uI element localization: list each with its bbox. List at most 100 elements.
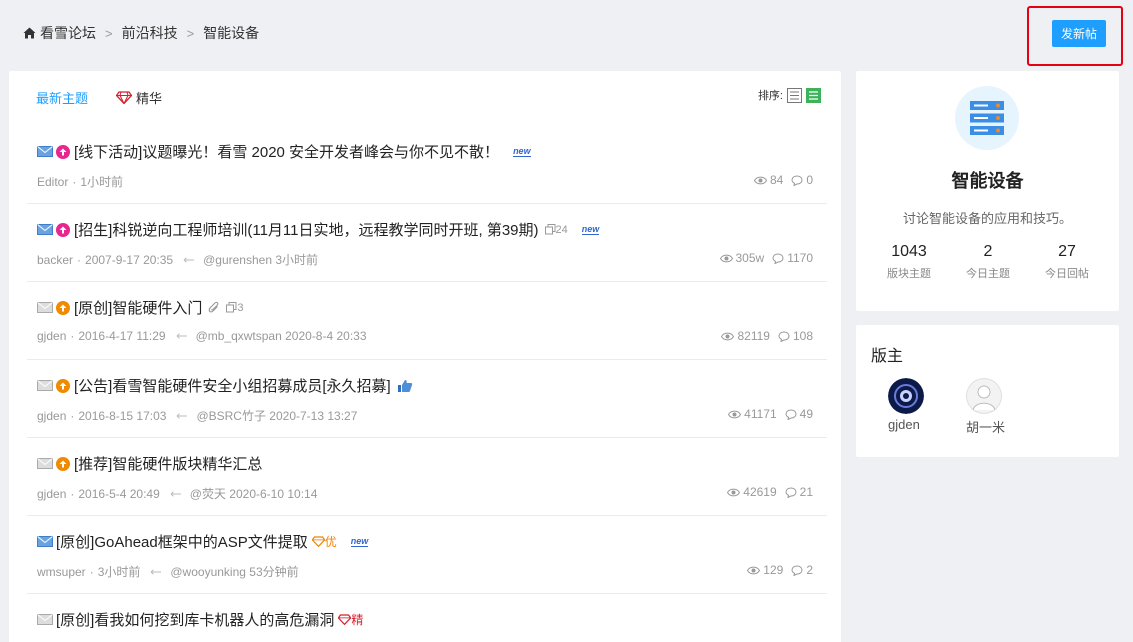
sort-by-post-icon[interactable] (787, 87, 802, 103)
last-reply-arrow-icon (151, 568, 162, 575)
top-arrow-icon (56, 456, 70, 471)
home-icon[interactable] (23, 27, 36, 39)
pages-count[interactable]: 24 (556, 224, 568, 236)
quality-tag: 优 (311, 533, 337, 550)
breadcrumb-home[interactable]: 看雪论坛 (40, 23, 96, 43)
moderator-list: gjden 胡一米 (888, 378, 1044, 436)
avatar[interactable] (888, 378, 924, 414)
thread-title-row: [推荐] 智能硬件版块精华汇总 (37, 453, 262, 474)
thread-stats: 305w 1170 (712, 251, 813, 265)
views-icon (727, 488, 741, 496)
last-reply-text[interactable]: @荧天 2020-6-10 10:14 (190, 485, 318, 502)
thread-tabs: 最新主题 精华 (36, 88, 162, 107)
tab-essence[interactable]: 精华 (116, 88, 162, 107)
thread-pages[interactable]: 3 (226, 302, 243, 314)
thread-author[interactable]: gjden (37, 409, 66, 423)
views-count: 42619 (743, 485, 777, 499)
views-stat: 84 (753, 173, 784, 187)
moderator-name[interactable]: gjden (888, 417, 920, 432)
envelope-icon (37, 146, 53, 157)
envelope-icon (37, 458, 53, 469)
thread-title[interactable]: GoAhead框架中的ASP文件提取 (94, 531, 307, 552)
views-count: 84 (769, 173, 784, 187)
thread-stats: 84 0 (746, 173, 813, 187)
thread-author[interactable]: gjden (37, 487, 66, 501)
moderator-name[interactable]: 胡一米 (966, 417, 1005, 436)
thread-date: 2016-4-17 11:29 (78, 329, 166, 343)
meta-dot: · (77, 252, 82, 267)
forum-stats: 1043 版块主题 2 今日主题 27 今日回帖 (870, 243, 1106, 281)
last-reply-arrow-icon (170, 490, 181, 497)
moderator-item[interactable]: 胡一米 (966, 378, 1044, 436)
forum-name: 智能设备 (951, 171, 1024, 191)
last-reply-text[interactable]: @BSRC竹子 2020-7-13 13:27 (196, 407, 357, 424)
sort-by-reply-icon[interactable] (806, 87, 821, 103)
stat-label: 今日主题 (966, 268, 1010, 280)
replies-count: 49 (799, 407, 813, 421)
last-reply-arrow-icon (183, 256, 195, 263)
thread-row[interactable]: [原创] 看我如何挖到库卡机器人的高危漏洞 精 (27, 594, 827, 642)
thread-author[interactable]: gjden (37, 329, 66, 343)
last-reply-text[interactable]: @gurenshen 3小时前 (203, 251, 318, 268)
moderator-item[interactable]: gjden (888, 378, 966, 436)
thread-pages[interactable]: 24 (544, 224, 568, 236)
thread-row[interactable]: [原创] 智能硬件入门 3 gjden · 2016-4-17 11:29 @mb_q… (27, 282, 827, 360)
thread-title[interactable]: 议题曝光！看雪 2020 安全开发者峰会与你不见不散！ (142, 141, 499, 162)
replies-icon (778, 330, 790, 342)
last-reply-text[interactable]: @wooyunking 53分钟前 (170, 563, 298, 580)
thread-title[interactable]: 科锐逆向工程师培训(11月11日实地，远程教学同时开班, 第39期) (112, 219, 538, 240)
thread-meta: Editor · 1小时前 (37, 173, 123, 190)
replies-icon (772, 252, 784, 264)
views-stat: 42619 (727, 485, 777, 499)
last-reply: @wooyunking 53分钟前 (150, 563, 299, 580)
thread-prefix[interactable]: [招生] (74, 219, 112, 240)
thread-prefix[interactable]: [公告] (74, 375, 112, 396)
tab-essence-label: 精华 (136, 91, 163, 106)
thread-row[interactable]: [招生] 科锐逆向工程师培训(11月11日实地，远程教学同时开班, 第39期) 24… (27, 204, 827, 282)
thread-author[interactable]: wmsuper (37, 565, 86, 579)
thread-title[interactable]: 智能硬件入门 (112, 297, 202, 318)
thread-stats: 129 2 (739, 563, 813, 577)
thread-title[interactable]: 智能硬件版块精华汇总 (112, 453, 262, 474)
replies-stat: 21 (785, 485, 813, 499)
thread-prefix[interactable]: [原创] (56, 531, 94, 552)
thread-title[interactable]: 看雪智能硬件安全小组招募成员[永久招募] (112, 375, 390, 396)
stat-today-topics: 2 今日主题 (949, 243, 1027, 281)
breadcrumb-section[interactable]: 前沿科技 (122, 23, 178, 43)
thread-title-row: [原创] 智能硬件入门 3 (37, 297, 243, 318)
thread-title-row: [原创] 看我如何挖到库卡机器人的高危漏洞 精 (37, 609, 363, 630)
thread-stats: 82119 108 (713, 329, 813, 343)
views-stat: 82119 (721, 329, 770, 343)
tab-latest[interactable]: 最新主题 (36, 88, 88, 107)
top-arrow-icon (56, 300, 70, 315)
pages-count[interactable]: 3 (237, 302, 243, 314)
envelope-icon (37, 536, 53, 547)
thread-row[interactable]: [原创] GoAhead框架中的ASP文件提取 优 new wmsuper · 3小时… (27, 516, 827, 594)
last-reply: @荧天 2020-6-10 10:14 (170, 485, 318, 502)
breadcrumb-forum[interactable]: 智能设备 (203, 23, 259, 43)
avatar[interactable] (966, 378, 1002, 414)
thread-author[interactable]: backer (37, 253, 73, 267)
forum-description: 讨论智能设备的应用和技巧。 (902, 211, 1072, 226)
thread-prefix[interactable]: [原创] (74, 297, 112, 318)
thread-row[interactable]: [推荐] 智能硬件版块精华汇总 gjden · 2016-5-4 20:49 @荧天… (27, 438, 827, 516)
replies-stat: 49 (785, 407, 813, 421)
envelope-icon (37, 614, 53, 625)
thread-title[interactable]: 看我如何挖到库卡机器人的高危漏洞 (94, 609, 334, 630)
thread-title-row: [线下活动] 议题曝光！看雪 2020 安全开发者峰会与你不见不散！ new (37, 141, 531, 162)
last-reply-text[interactable]: @mb_qxwtspan 2020-8-4 20:33 (196, 329, 367, 343)
sort-control: 排序: (758, 87, 821, 103)
meta-dot: · (70, 408, 75, 423)
thread-row[interactable]: [公告] 看雪智能硬件安全小组招募成员[永久招募] gjden · 2016-8-… (27, 360, 827, 438)
thread-author[interactable]: Editor (37, 175, 68, 189)
new-post-button[interactable]: 发新帖 (1052, 20, 1106, 47)
replies-count: 108 (792, 329, 813, 343)
thread-row[interactable]: [线下活动] 议题曝光！看雪 2020 安全开发者峰会与你不见不散！ new Edi… (27, 126, 827, 204)
views-count: 82119 (737, 329, 770, 343)
thread-prefix[interactable]: [推荐] (74, 453, 112, 474)
replies-stat: 108 (778, 329, 813, 343)
thread-stats: 41171 49 (720, 407, 813, 421)
thread-prefix[interactable]: [线下活动] (74, 141, 142, 162)
sort-label: 排序: (757, 90, 783, 102)
thread-prefix[interactable]: [原创] (56, 609, 94, 630)
